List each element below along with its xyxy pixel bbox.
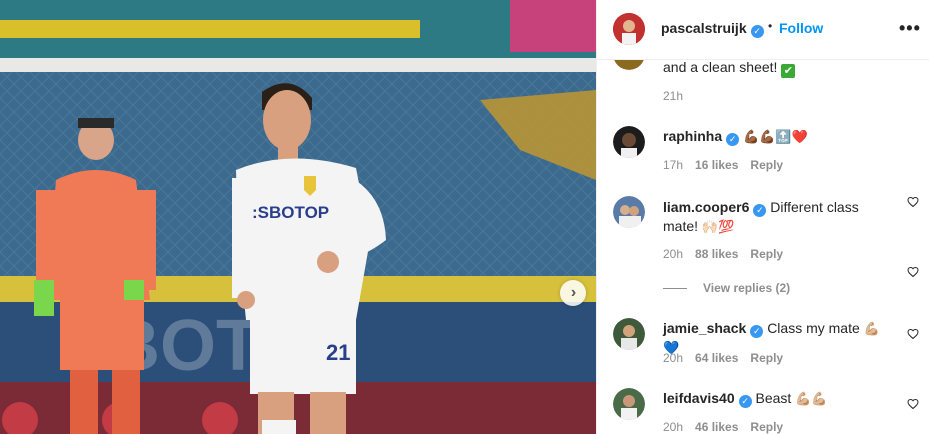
- comment-emoji: 💪🏾💪🏾🔝❤️: [743, 129, 808, 144]
- comment-likes[interactable]: 88 likes: [695, 247, 738, 261]
- verified-icon: ✓: [726, 133, 740, 146]
- comment-username[interactable]: leifdavis40: [663, 390, 735, 406]
- comment-time[interactable]: 20h: [663, 420, 683, 434]
- next-photo-button[interactable]: ›: [560, 280, 586, 306]
- comment-username[interactable]: liam.cooper6: [663, 199, 749, 215]
- comment-time[interactable]: 20h: [663, 351, 683, 365]
- heart-icon[interactable]: [907, 266, 919, 278]
- author-username[interactable]: pascalstruijk: [661, 20, 747, 36]
- post-header: pascalstruijk ✓ • Follow •••: [597, 0, 929, 60]
- comment-likes[interactable]: 46 likes: [695, 420, 738, 434]
- verified-icon: ✓: [753, 204, 767, 217]
- comment-avatar[interactable]: [613, 126, 645, 158]
- chevron-right-icon: ›: [570, 284, 577, 301]
- reply-button[interactable]: Reply: [750, 247, 783, 261]
- verified-icon: ✓: [750, 325, 764, 338]
- verified-icon: ✓: [750, 25, 764, 38]
- follow-button[interactable]: Follow: [779, 20, 823, 36]
- svg-text:21: 21: [326, 340, 350, 365]
- heart-icon[interactable]: [907, 196, 919, 208]
- comment-text: liam.cooper6 ✓ Different class mate! 🙌🏻💯: [663, 199, 859, 234]
- check-mark-icon: ✔: [781, 64, 796, 78]
- more-options-icon[interactable]: •••: [899, 18, 921, 39]
- comment-text: raphinha ✓ 💪🏾💪🏾🔝❤️: [663, 127, 883, 146]
- comment-time[interactable]: 20h: [663, 247, 683, 261]
- verified-icon: ✓: [738, 395, 752, 408]
- comment-text: and a clean sheet! ✔: [663, 60, 883, 78]
- comment-emoji: 💪🏼💪🏼: [795, 391, 828, 406]
- author-name-group: pascalstruijk ✓: [661, 20, 764, 38]
- comment-username[interactable]: raphinha: [663, 128, 722, 144]
- comment-text: leifdavis40 ✓ Beast 💪🏼💪🏼: [663, 390, 828, 408]
- replies-divider: [663, 288, 687, 290]
- reply-button[interactable]: Reply: [750, 351, 783, 365]
- comment-likes[interactable]: 64 likes: [695, 351, 738, 365]
- comment-meta: 20h 64 likes Reply: [663, 351, 795, 365]
- reply-button[interactable]: Reply: [750, 420, 783, 434]
- comments-list[interactable]: and a clean sheet! ✔ 21h raphinha ✓ 💪🏾💪🏾🔝…: [597, 60, 929, 434]
- comment-time[interactable]: 17h: [663, 158, 683, 172]
- comment-meta: 21h: [663, 89, 695, 103]
- photo-illustration: SBOTO :SBOTOP 21: [0, 0, 596, 434]
- reply-button[interactable]: Reply: [750, 158, 783, 172]
- comment-likes[interactable]: 16 likes: [695, 158, 738, 172]
- view-replies-button[interactable]: View replies (2): [663, 281, 790, 295]
- comment-meta: 20h 46 likes Reply: [663, 420, 795, 434]
- comment-emoji: 🙌🏻💯: [701, 219, 735, 234]
- heart-icon[interactable]: [907, 328, 919, 340]
- post-side-panel: pascalstruijk ✓ • Follow ••• and a clean …: [596, 0, 929, 434]
- heart-icon[interactable]: [907, 398, 919, 410]
- author-avatar[interactable]: [613, 13, 645, 45]
- comment-avatar[interactable]: [613, 196, 645, 228]
- svg-text::SBOTOP: :SBOTOP: [252, 203, 329, 222]
- comment-avatar[interactable]: [613, 388, 645, 420]
- comment-meta: 17h 16 likes Reply: [663, 158, 795, 172]
- comment-username[interactable]: jamie_shack: [663, 320, 746, 336]
- comment-avatar[interactable]: [613, 60, 645, 70]
- comment-time[interactable]: 21h: [663, 89, 683, 103]
- comment-meta: 20h 88 likes Reply: [663, 247, 795, 261]
- post-photo[interactable]: SBOTO :SBOTOP 21 ›: [0, 0, 596, 434]
- separator-dot: •: [768, 19, 773, 33]
- comment-avatar[interactable]: [613, 318, 645, 350]
